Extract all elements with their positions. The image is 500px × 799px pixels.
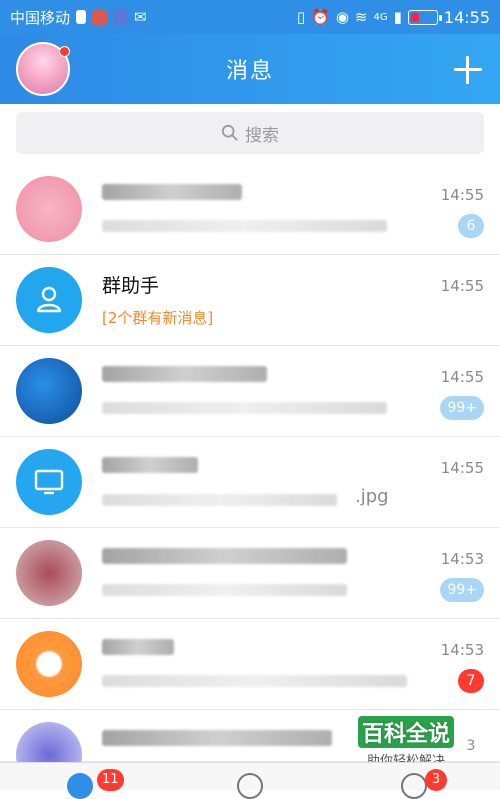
status-bar: 中国移动 ✉ ▯ ⏰ ◉ ≋ 4G ▮ 14:55 bbox=[0, 0, 500, 34]
message-time: 14:53 bbox=[440, 550, 484, 568]
contact-avatar bbox=[16, 540, 82, 606]
status-left: 中国移动 ✉ bbox=[10, 7, 147, 28]
search-section: 搜索 bbox=[0, 104, 500, 164]
vibrate-icon: ▯ bbox=[296, 8, 306, 26]
blurred-title bbox=[102, 639, 174, 655]
carrier-label: 中国移动 bbox=[10, 8, 71, 27]
status-right: ▯ ⏰ ◉ ≋ 4G ▮ 14:55 bbox=[297, 8, 490, 27]
contact-avatar bbox=[16, 176, 82, 242]
search-placeholder: 搜索 bbox=[245, 125, 279, 146]
blurred-title bbox=[102, 366, 267, 382]
blurred-preview bbox=[102, 584, 347, 596]
dynamic-badge: 3 bbox=[425, 769, 447, 791]
conversation-preview: .jpg bbox=[355, 486, 389, 507]
plus-icon[interactable] bbox=[454, 56, 482, 84]
wechat-icon: ✉ bbox=[134, 8, 147, 26]
search-icon bbox=[221, 124, 238, 141]
blurred-preview bbox=[102, 220, 387, 232]
page-title: 消息 bbox=[225, 59, 274, 84]
unread-badge: 99+ bbox=[440, 578, 484, 602]
contacts-tab-icon[interactable] bbox=[237, 773, 263, 799]
group-helper-icon bbox=[36, 286, 62, 313]
alarm-icon: ⏰ bbox=[311, 8, 330, 26]
watermark-title: 百科全说 bbox=[357, 716, 454, 748]
header: 消息 bbox=[0, 34, 500, 104]
conversation-row[interactable]: 14:55 99+ bbox=[0, 346, 500, 437]
conversation-list: 14:55 6 群助手 [2个群有新消息] 14:55 14:55 99+ .j… bbox=[0, 164, 500, 788]
my-avatar[interactable] bbox=[16, 42, 70, 96]
bottom-tab-bar: 11 3 bbox=[0, 762, 500, 799]
blurred-title bbox=[102, 548, 347, 564]
app-notification-icon bbox=[113, 9, 129, 25]
message-time: 14:55 bbox=[440, 368, 484, 386]
dynamic-tab-icon[interactable] bbox=[401, 773, 427, 799]
blurred-preview bbox=[102, 402, 387, 414]
device-avatar bbox=[16, 449, 82, 515]
group-helper-avatar bbox=[16, 267, 82, 333]
conversation-row[interactable]: 14:53 99+ bbox=[0, 528, 500, 619]
blurred-title bbox=[102, 184, 242, 200]
message-time: 14:55 bbox=[440, 459, 484, 477]
signal-icon: ▮ bbox=[393, 8, 402, 26]
message-time: 14:55 bbox=[440, 277, 484, 295]
contact-avatar bbox=[16, 631, 82, 697]
network-label: 4G bbox=[373, 11, 388, 23]
app-notification-icon bbox=[92, 9, 108, 25]
message-time: 14:55 bbox=[440, 186, 484, 204]
conversation-row[interactable]: 群助手 [2个群有新消息] 14:55 bbox=[0, 255, 500, 346]
contact-avatar bbox=[16, 358, 82, 424]
wifi-icon: ≋ bbox=[354, 8, 368, 26]
watermark: 百科全说 助你轻松解决 bbox=[350, 716, 462, 769]
messages-badge: 11 bbox=[97, 769, 124, 791]
search-input[interactable]: 搜索 bbox=[16, 112, 484, 154]
blurred-title bbox=[102, 730, 332, 746]
messages-tab-icon[interactable] bbox=[67, 773, 93, 799]
conversation-row[interactable]: .jpg 14:55 bbox=[0, 437, 500, 528]
conversation-row[interactable]: 14:53 7 bbox=[0, 619, 500, 710]
unread-badge: 6 bbox=[458, 214, 484, 238]
conversation-title: 群助手 bbox=[102, 275, 160, 297]
blurred-preview bbox=[102, 675, 407, 687]
unread-badge: 7 bbox=[458, 669, 484, 693]
blurred-preview bbox=[102, 494, 337, 506]
battery-icon bbox=[407, 9, 442, 25]
device-icon bbox=[34, 469, 64, 495]
notification-dot bbox=[59, 46, 70, 57]
status-time: 14:55 bbox=[443, 7, 490, 27]
eye-icon: ◉ bbox=[335, 8, 349, 26]
conversation-row[interactable]: 14:55 6 bbox=[0, 164, 500, 255]
message-time: 14:53 bbox=[440, 641, 484, 659]
blurred-title bbox=[102, 457, 198, 473]
sim-icon bbox=[76, 10, 87, 24]
conversation-preview: [2个群有新消息] bbox=[102, 309, 214, 327]
unread-badge: 99+ bbox=[440, 396, 484, 420]
